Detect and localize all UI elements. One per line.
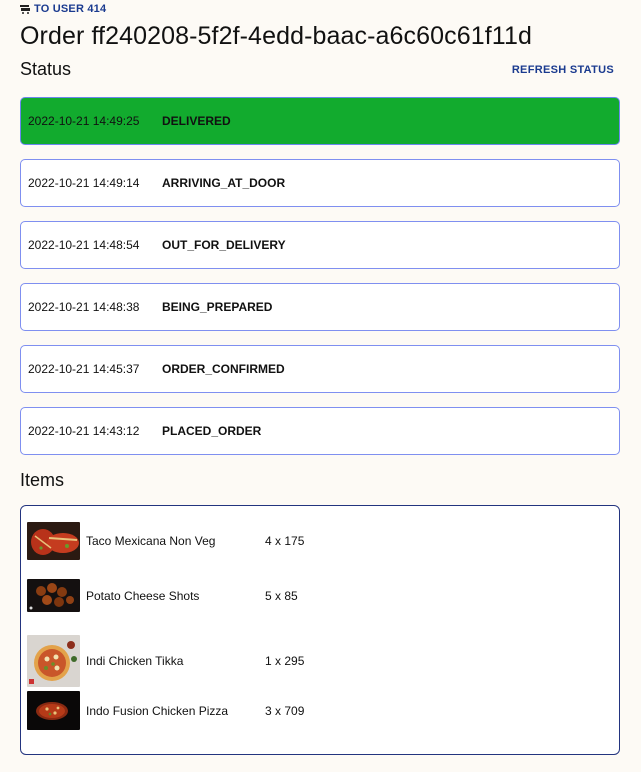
status-time: 2022-10-21 14:49:14 — [28, 176, 140, 190]
status-card-placed-order: 2022-10-21 14:43:12 PLACED_ORDER — [20, 407, 620, 455]
item-quantity: 1 x 295 — [265, 654, 305, 668]
status-card-arriving-at-door: 2022-10-21 14:49:14 ARRIVING_AT_DOOR — [20, 159, 620, 207]
status-time: 2022-10-21 14:48:54 — [28, 238, 140, 252]
status-card-being-prepared: 2022-10-21 14:48:38 BEING_PREPARED — [20, 283, 620, 331]
list-item: Taco Mexicana Non Veg 4 x 175 — [27, 522, 304, 560]
status-list: 2022-10-21 14:49:25 DELIVERED 2022-10-21… — [20, 97, 620, 469]
item-image-taco — [27, 522, 80, 560]
refresh-status-button[interactable]: REFRESH STATUS — [512, 64, 614, 76]
item-quantity: 4 x 175 — [265, 534, 305, 548]
status-name: ARRIVING_AT_DOOR — [162, 176, 286, 190]
items-heading: Items — [20, 470, 65, 490]
item-name: Potato Cheese Shots — [86, 588, 200, 603]
item-name: Indo Fusion Chicken Pizza — [86, 703, 229, 718]
status-time: 2022-10-21 14:43:12 — [28, 424, 140, 438]
item-quantity: 5 x 85 — [265, 588, 298, 603]
item-name: Indi Chicken Tikka — [86, 654, 184, 668]
back-to-user-link[interactable]: TO USER 414 — [20, 3, 106, 15]
list-item: Indi Chicken Tikka 1 x 295 — [27, 635, 304, 687]
status-name: ORDER_CONFIRMED — [162, 362, 285, 376]
list-item: Indo Fusion Chicken Pizza 3 x 709 — [27, 691, 304, 730]
back-link-label: TO USER 414 — [34, 3, 107, 15]
status-name: OUT_FOR_DELIVERY — [162, 238, 286, 252]
list-item: Potato Cheese Shots 5 x 85 — [27, 579, 298, 612]
items-list: Taco Mexicana Non Veg 4 x 175 Potato Che… — [20, 505, 620, 755]
cart-icon — [20, 4, 30, 14]
status-time: 2022-10-21 14:49:25 — [28, 114, 140, 128]
status-name: DELIVERED — [162, 114, 231, 128]
status-card-order-confirmed: 2022-10-21 14:45:37 ORDER_CONFIRMED — [20, 345, 620, 393]
item-quantity: 3 x 709 — [265, 703, 305, 718]
item-image-indo-fusion-chicken-pizza — [27, 691, 80, 730]
item-image-potato-cheese-shots — [27, 579, 80, 612]
status-card-delivered: 2022-10-21 14:49:25 DELIVERED — [20, 97, 620, 145]
status-name: BEING_PREPARED — [162, 300, 273, 314]
status-card-out-for-delivery: 2022-10-21 14:48:54 OUT_FOR_DELIVERY — [20, 221, 620, 269]
status-time: 2022-10-21 14:48:38 — [28, 300, 140, 314]
status-heading: Status — [20, 59, 72, 79]
item-name: Taco Mexicana Non Veg — [86, 534, 216, 548]
status-time: 2022-10-21 14:45:37 — [28, 362, 140, 376]
page-title: Order ff240208-5f2f-4edd-baac-a6c60c61f1… — [20, 22, 532, 50]
status-name: PLACED_ORDER — [162, 424, 262, 438]
item-image-indi-chicken-tikka — [27, 635, 80, 687]
